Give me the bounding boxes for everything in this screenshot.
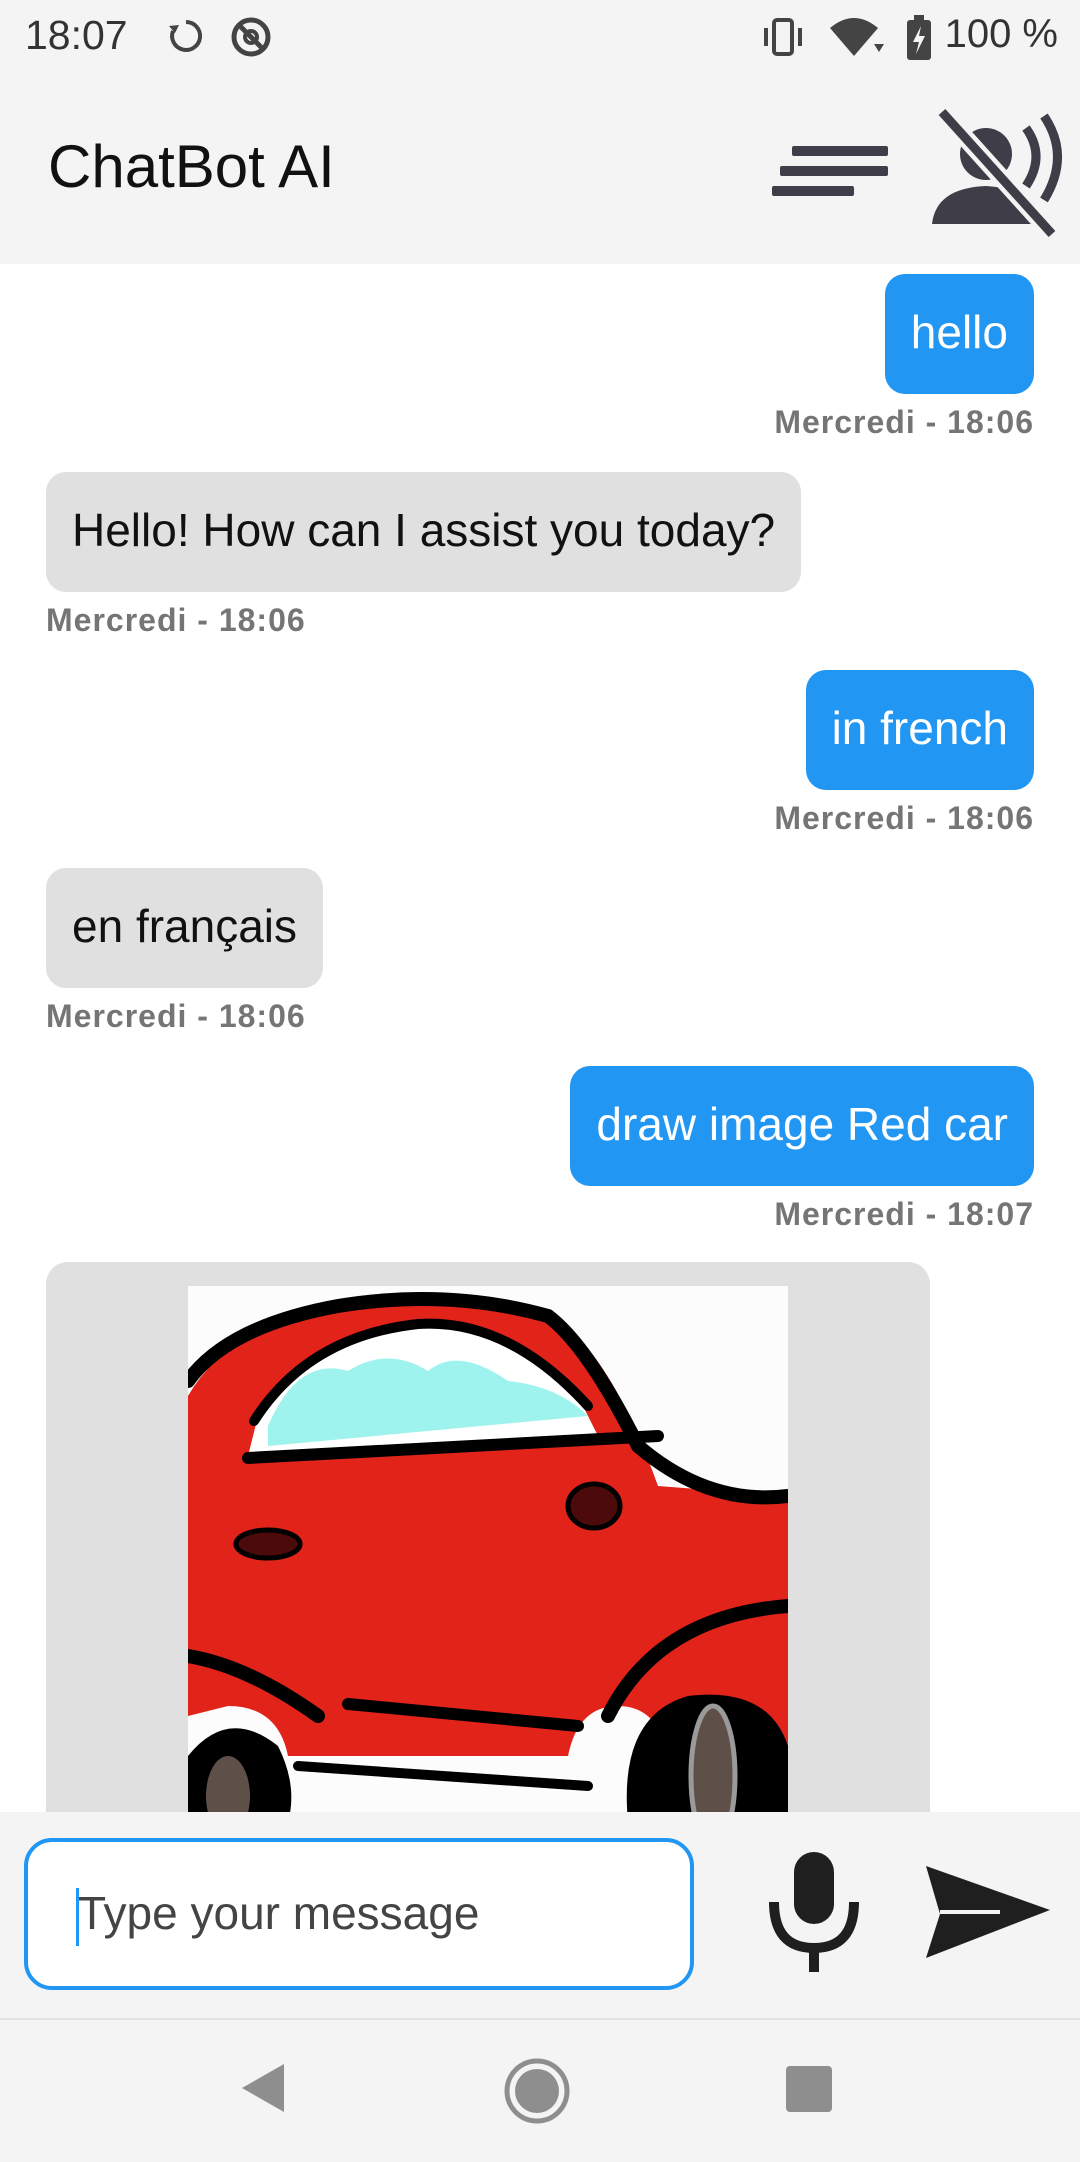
user-message-bubble[interactable]: hello bbox=[884, 274, 1034, 394]
send-icon bbox=[926, 1866, 1050, 1958]
battery-percentage: 100 % bbox=[944, 12, 1058, 56]
vibrate-icon bbox=[764, 18, 802, 56]
battery-charging-icon bbox=[907, 15, 931, 60]
recents-icon[interactable] bbox=[786, 2066, 832, 2112]
message-input[interactable]: Type your message bbox=[24, 1838, 694, 1990]
message-timestamp: Mercredi - 18:06 bbox=[46, 998, 306, 1034]
bot-image-bubble[interactable] bbox=[46, 1262, 930, 1812]
wifi-icon bbox=[830, 18, 884, 56]
mic-button[interactable] bbox=[756, 1848, 876, 1978]
menu-button[interactable] bbox=[770, 134, 890, 214]
message-input-placeholder: Type your message bbox=[78, 1887, 480, 1939]
bot-message-bubble[interactable]: Hello! How can I assist you today? bbox=[46, 472, 802, 592]
sync-icon bbox=[169, 19, 203, 52]
app-title: ChatBot AI bbox=[48, 133, 335, 200]
message-timestamp: Mercredi - 18:06 bbox=[46, 602, 306, 638]
status-time: 18:07 bbox=[25, 12, 128, 58]
menu-icon bbox=[772, 146, 888, 196]
message-input-bar: Type your message bbox=[0, 1812, 1080, 2018]
mic-icon bbox=[769, 1852, 859, 1972]
back-icon[interactable] bbox=[238, 2060, 288, 2116]
status-bar: 18:07 100 % bbox=[0, 0, 1080, 74]
voice-toggle-button[interactable] bbox=[926, 105, 1066, 246]
app-bar: ChatBot AI bbox=[0, 74, 1080, 264]
home-icon[interactable] bbox=[502, 2056, 572, 2126]
bot-message-bubble[interactable]: en français bbox=[46, 868, 324, 988]
system-navigation-bar bbox=[0, 2018, 1080, 2162]
message-timestamp: Mercredi - 18:06 bbox=[774, 404, 1034, 440]
generated-image[interactable] bbox=[188, 1286, 788, 1812]
message-text: in french bbox=[831, 702, 1008, 754]
message-text: en français bbox=[72, 900, 298, 952]
red-car-drawing bbox=[188, 1286, 788, 1812]
voice-off-icon bbox=[932, 105, 1062, 241]
user-message-bubble[interactable]: in french bbox=[805, 670, 1034, 790]
send-button[interactable] bbox=[910, 1856, 1060, 1976]
chat-message-list[interactable]: hello Mercredi - 18:06 Hello! How can I … bbox=[0, 264, 1080, 1812]
message-timestamp: Mercredi - 18:07 bbox=[774, 1196, 1034, 1232]
data-saver-icon bbox=[231, 17, 271, 57]
message-text: draw image Red car bbox=[596, 1098, 1008, 1150]
user-message-bubble[interactable]: draw image Red car bbox=[570, 1066, 1034, 1186]
message-text: Hello! How can I assist you today? bbox=[72, 504, 776, 556]
message-text: hello bbox=[910, 306, 1008, 358]
message-timestamp: Mercredi - 18:06 bbox=[774, 800, 1034, 836]
